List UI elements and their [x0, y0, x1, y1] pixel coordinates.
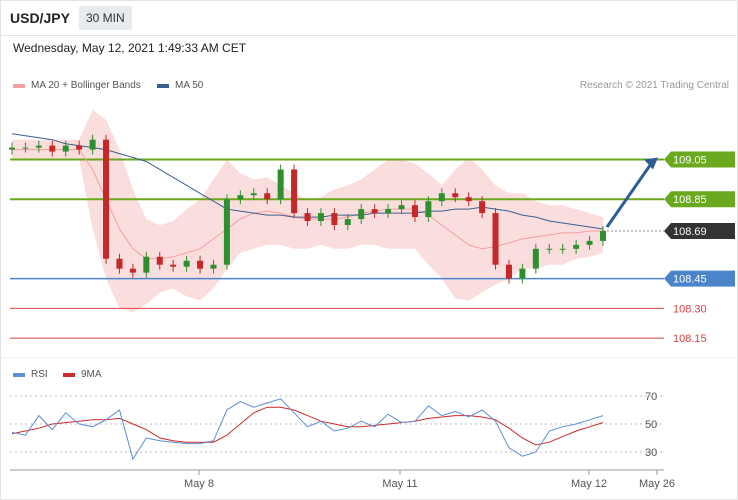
candle-body: [559, 248, 566, 250]
candle-body: [291, 169, 298, 214]
candle-body: [22, 147, 29, 149]
candle-body: [116, 258, 123, 269]
candle-body: [371, 209, 378, 214]
candle-body: [197, 260, 204, 269]
candle-body: [425, 201, 432, 218]
time-tick-label-2: May 12: [571, 478, 607, 490]
candle-body: [76, 145, 83, 150]
candle-body: [411, 205, 418, 218]
time-tick-label-1: May 11: [382, 478, 417, 490]
candle-body: [438, 193, 445, 202]
candle-body: [317, 213, 324, 222]
forecast-arrow-head: [644, 157, 658, 170]
candle-body: [586, 240, 593, 245]
rsi-tick-label-70: 70: [645, 391, 657, 403]
candle-body: [546, 248, 553, 250]
candle-body: [358, 209, 365, 220]
rsi-tick-label-30: 30: [645, 447, 657, 459]
candle-body: [264, 193, 271, 200]
candle-body: [143, 256, 150, 273]
rsi-line: [11, 398, 604, 461]
candle-body: [505, 264, 512, 279]
candle-body: [9, 147, 15, 150]
level-label-2: 108.69: [673, 226, 707, 238]
candle-body: [465, 197, 472, 202]
candle-body: [492, 213, 499, 265]
candle-body: [532, 248, 539, 269]
candle-body: [479, 201, 486, 214]
candle-body: [452, 193, 459, 198]
candle-body: [398, 205, 405, 210]
candle-body: [49, 145, 56, 152]
rsi-tick-label-50: 50: [645, 419, 657, 431]
candle-body: [129, 268, 136, 273]
forecast-arrow-shaft: [605, 161, 654, 228]
candle-body: [385, 209, 392, 214]
candle-body: [277, 169, 284, 200]
candle-body: [237, 195, 244, 200]
candle-body: [600, 230, 606, 241]
candle-body: [250, 193, 257, 196]
candle-body: [89, 139, 96, 150]
candle-body: [183, 260, 190, 267]
level-label-5: 108.15: [673, 333, 707, 345]
candle-body: [35, 145, 42, 148]
candle-body: [331, 213, 338, 226]
candle-body: [344, 219, 351, 226]
candle-body: [223, 199, 230, 265]
price-and-rsi-chart: 109.05 108.85 108.69 108.45 108.30 108.15 70 50…: [0, 109, 736, 490]
level-label-0: 109.05: [673, 155, 707, 167]
candle-body: [156, 256, 163, 265]
level-label-1: 108.85: [673, 194, 707, 206]
time-tick-label-3: May 26: [639, 478, 675, 490]
candle-body: [170, 264, 177, 267]
level-label-4: 108.30: [673, 303, 707, 315]
candle-body: [103, 139, 110, 259]
candle-body: [62, 145, 69, 152]
level-label-3: 108.45: [673, 274, 707, 286]
candle-body: [210, 264, 217, 269]
time-tick-label-0: May 8: [184, 478, 214, 490]
candle-body: [304, 213, 311, 222]
candle-body: [573, 244, 580, 249]
candle-body: [519, 268, 526, 279]
